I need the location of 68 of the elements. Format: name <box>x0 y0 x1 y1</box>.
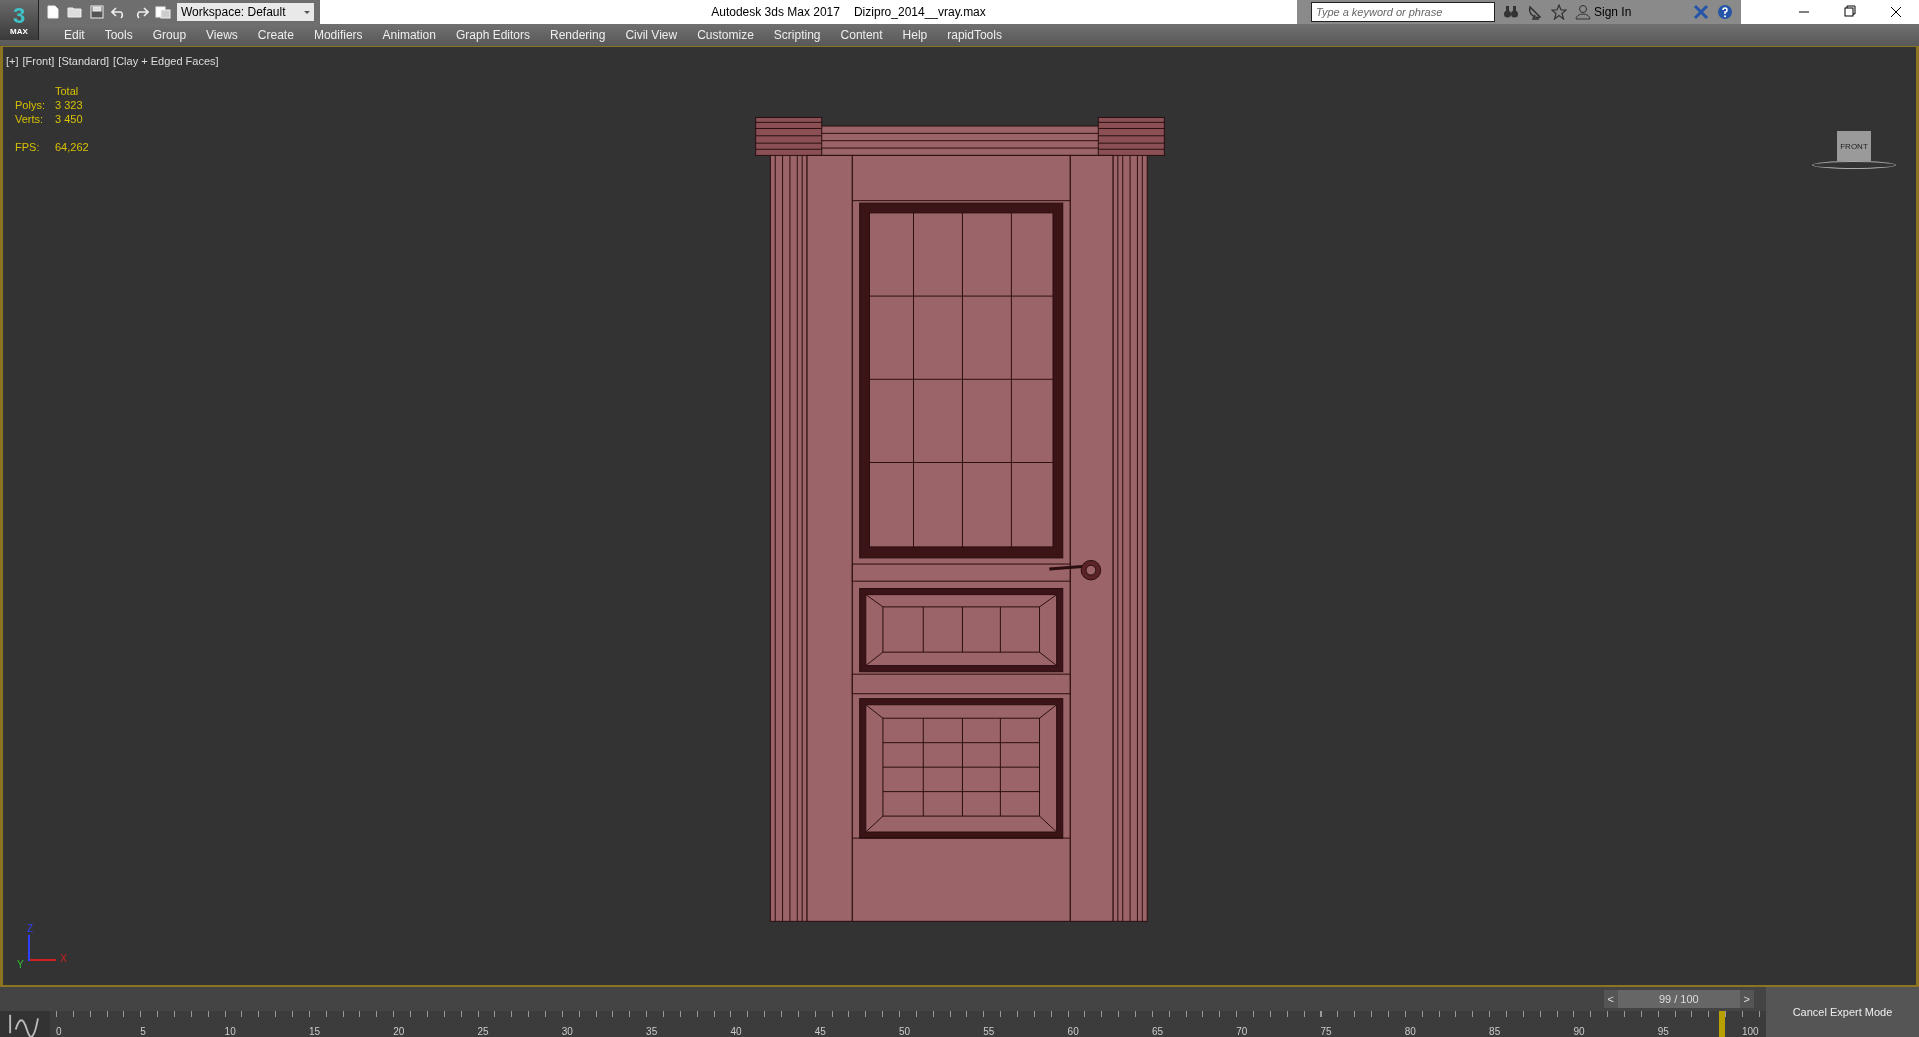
menu-item[interactable]: Civil View <box>615 28 688 42</box>
menu-item[interactable]: Scripting <box>763 28 831 42</box>
menu-item[interactable]: Content <box>830 28 893 42</box>
view-cube[interactable]: FRONT <box>1812 131 1896 171</box>
stat-label: Verts: <box>15 113 45 125</box>
stat-value: 3 323 <box>55 99 84 111</box>
search-field[interactable]: Type a keyword or phrase <box>1311 2 1495 22</box>
stat-value: 64,262 <box>55 141 89 153</box>
frame-number: 30 <box>561 1026 573 1037</box>
axis-tripod: Z Y X <box>17 923 67 971</box>
frame-number: 95 <box>1657 1026 1669 1037</box>
frame-number: 90 <box>1573 1026 1585 1037</box>
app-menu-button[interactable]: 3 MAX <box>0 0 39 40</box>
menu-item[interactable]: Create <box>247 28 304 42</box>
frame-number: 100 <box>1742 1026 1759 1037</box>
stat-label: FPS: <box>15 141 41 153</box>
menu-item[interactable]: Customize <box>687 28 764 42</box>
frame-number: 0 <box>56 1026 62 1037</box>
frame-number: 75 <box>1320 1026 1332 1037</box>
current-frame-marker[interactable] <box>1719 1011 1726 1037</box>
menu-item[interactable]: Views <box>196 28 248 42</box>
star-icon[interactable] <box>1551 4 1567 20</box>
file-name: Dizipro_2014__vray.max <box>853 5 986 19</box>
frame-number: 10 <box>224 1026 236 1037</box>
frame-number: 60 <box>1067 1026 1079 1037</box>
frame-number: 5 <box>140 1026 146 1037</box>
frame-number: 55 <box>983 1026 995 1037</box>
viewport-label[interactable]: [Standard] <box>58 55 110 67</box>
frame-number: 15 <box>308 1026 320 1037</box>
frame-number: 40 <box>730 1026 742 1037</box>
sign-in-button[interactable]: Sign In <box>1575 4 1685 20</box>
menu-item[interactable]: Tools <box>94 28 143 42</box>
stat-label: Polys: <box>15 99 46 111</box>
frame-number: 50 <box>899 1026 911 1037</box>
time-slider-thumb[interactable]: 99 / 100 <box>1617 990 1740 1008</box>
viewport-label[interactable]: [+] <box>6 55 19 67</box>
viewport-label[interactable]: [Clay + Edged Faces] <box>113 55 219 67</box>
stat-value: 3 450 <box>55 113 84 125</box>
curve-editor-icon[interactable] <box>0 1011 50 1037</box>
save-icon[interactable] <box>89 4 105 20</box>
menu-item[interactable]: Graph Editors <box>445 28 540 42</box>
cancel-expert-mode-button[interactable]: Cancel Expert Mode <box>1766 987 1919 1037</box>
menu-item[interactable]: Help <box>892 28 938 42</box>
new-file-icon[interactable] <box>45 4 61 20</box>
previous-frame-button[interactable]: < <box>1603 990 1618 1008</box>
folder-icon[interactable] <box>67 4 83 20</box>
frame-number: 65 <box>1151 1026 1163 1037</box>
person-icon <box>1575 4 1591 20</box>
binoculars-icon[interactable] <box>1503 4 1519 20</box>
frame-number: 45 <box>814 1026 826 1037</box>
menu-item[interactable]: Group <box>142 28 197 42</box>
window-title: Autodesk 3ds Max 2017 <box>711 5 840 19</box>
frame-number: 70 <box>1236 1026 1248 1037</box>
menu-item[interactable]: Animation <box>372 28 446 42</box>
menu-item[interactable]: rapidTools <box>937 28 1012 42</box>
stats-header: Total <box>55 85 80 97</box>
viewport-label[interactable]: [Front] <box>22 55 55 67</box>
menu-item[interactable]: Modifiers <box>303 28 373 42</box>
frame-number: 35 <box>646 1026 658 1037</box>
frame-number: 80 <box>1404 1026 1416 1037</box>
menu-item[interactable]: Edit <box>54 28 95 42</box>
satellite-dish-icon[interactable] <box>1527 4 1543 20</box>
workspace-dropdown[interactable]: Workspace: Default <box>177 3 314 21</box>
frame-number: 25 <box>477 1026 489 1037</box>
menu-item[interactable]: Rendering <box>540 28 616 42</box>
frame-number: 20 <box>393 1026 405 1037</box>
frame-number: 85 <box>1489 1026 1501 1037</box>
help-icon[interactable] <box>1717 4 1733 20</box>
